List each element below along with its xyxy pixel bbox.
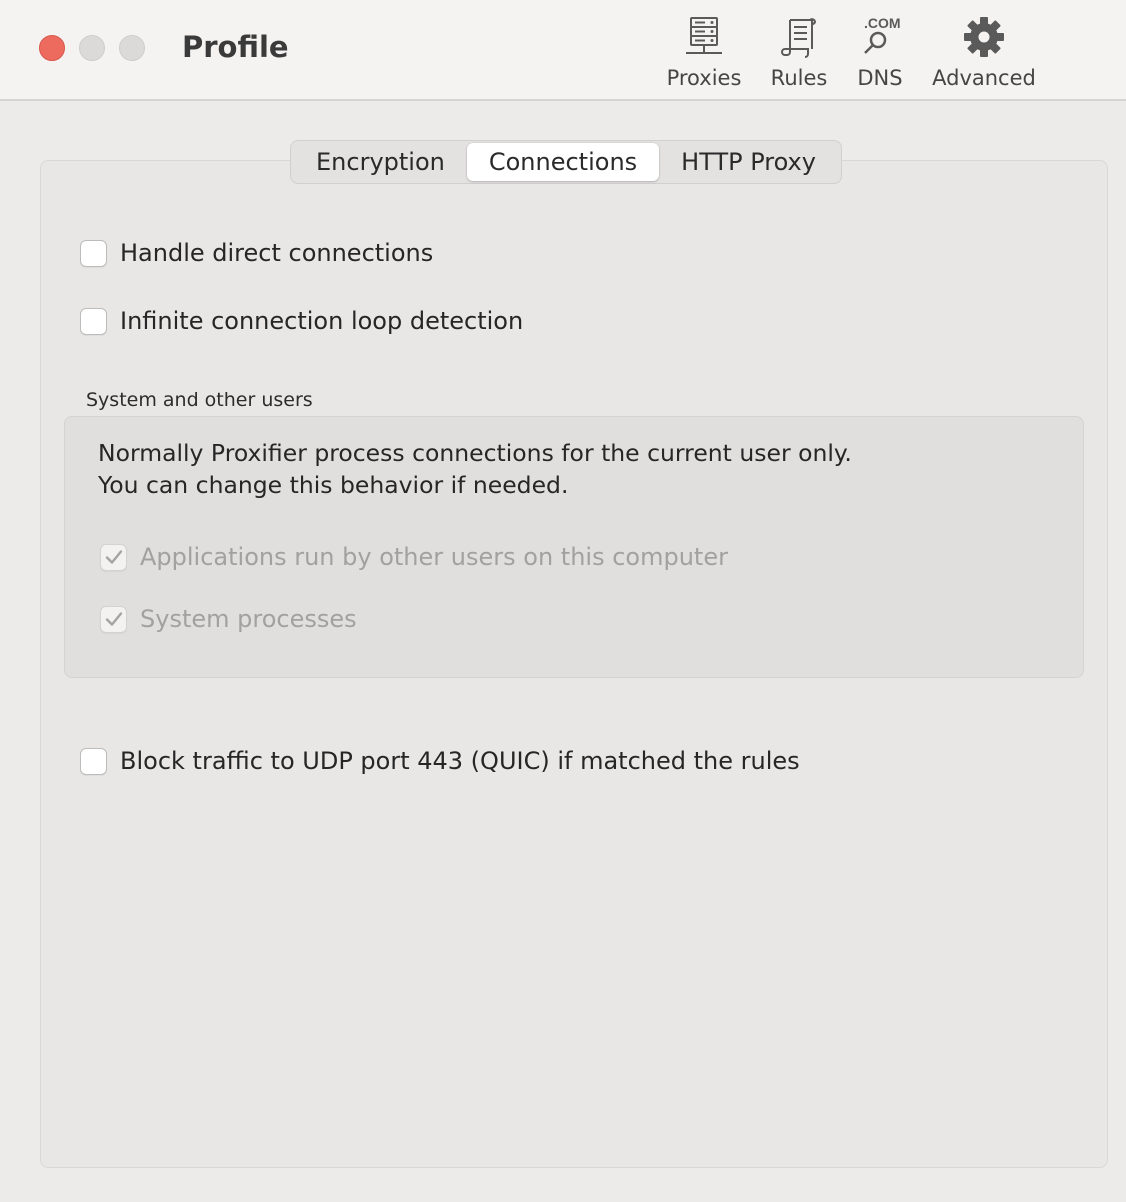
toolbar: Profile Proxies Rules .COM DNS Advanced <box>0 0 1126 101</box>
scroll-document-icon <box>781 14 817 60</box>
other-users-label: Applications run by other users on this … <box>140 543 728 571</box>
dns-magnifier-icon: .COM <box>856 14 904 60</box>
handle-direct-connections-option[interactable]: Handle direct connections <box>80 239 433 267</box>
checkmark-icon <box>105 550 122 564</box>
handle-direct-connections-checkbox[interactable] <box>80 239 107 267</box>
block-quic-option[interactable]: Block traffic to UDP port 443 (QUIC) if … <box>80 747 800 775</box>
server-rack-icon <box>684 14 724 60</box>
toolbar-advanced[interactable]: Advanced <box>928 14 1040 94</box>
toolbar-proxies[interactable]: Proxies <box>662 14 746 94</box>
loop-detection-option[interactable]: Infinite connection loop detection <box>80 307 523 335</box>
close-window-button[interactable] <box>39 35 65 61</box>
tab-connections[interactable]: Connections <box>466 143 660 181</box>
checkmark-icon <box>105 612 122 626</box>
loop-detection-label: Infinite connection loop detection <box>120 307 524 335</box>
loop-detection-checkbox[interactable] <box>80 307 107 335</box>
toolbar-rules[interactable]: Rules <box>766 14 832 94</box>
system-processes-option[interactable]: System processes <box>100 605 357 633</box>
minimize-window-button[interactable] <box>79 35 105 61</box>
toolbar-advanced-label: Advanced <box>932 66 1036 90</box>
tab-encryption[interactable]: Encryption <box>294 143 467 181</box>
tab-http-proxy[interactable]: HTTP Proxy <box>659 143 838 181</box>
dns-icon-text: .COM <box>864 15 901 31</box>
handle-direct-connections-label: Handle direct connections <box>120 239 434 267</box>
system-processes-label: System processes <box>140 605 357 633</box>
gear-icon <box>963 14 1005 60</box>
block-quic-checkbox[interactable] <box>80 747 107 775</box>
tab-bar: Encryption Connections HTTP Proxy <box>290 140 842 184</box>
zoom-window-button[interactable] <box>119 35 145 61</box>
toolbar-proxies-label: Proxies <box>666 66 742 90</box>
other-users-option[interactable]: Applications run by other users on this … <box>100 543 728 571</box>
other-users-checkbox[interactable] <box>100 543 127 571</box>
system-users-description: Normally Proxifier process connections f… <box>98 439 852 499</box>
block-quic-label: Block traffic to UDP port 443 (QUIC) if … <box>120 747 800 775</box>
system-users-group-title: System and other users <box>86 389 313 411</box>
window-title: Profile <box>182 30 289 64</box>
toolbar-rules-label: Rules <box>770 66 828 90</box>
toolbar-dns[interactable]: .COM DNS <box>852 14 908 94</box>
toolbar-dns-label: DNS <box>857 66 903 90</box>
preferences-window: Profile Proxies Rules .COM DNS Advanced … <box>0 0 1126 1202</box>
system-processes-checkbox[interactable] <box>100 605 127 633</box>
